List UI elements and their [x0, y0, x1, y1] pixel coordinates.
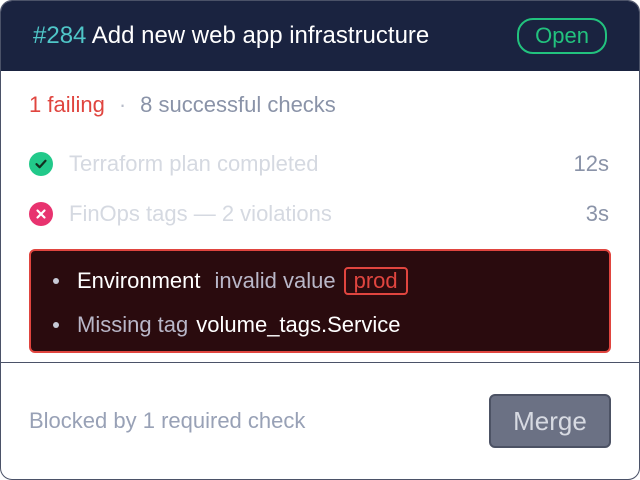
- check-duration: 12s: [573, 151, 609, 176]
- check-duration: 3s: [585, 201, 609, 226]
- status-badge: Open: [517, 18, 607, 54]
- pr-header: #284 Add new web app infrastructure Open: [1, 1, 639, 71]
- violation-tag-name: Environment: [77, 268, 201, 293]
- failing-count[interactable]: 1 failing: [29, 92, 105, 118]
- x-circle-icon: [29, 202, 53, 226]
- merge-button[interactable]: Merge: [489, 394, 611, 448]
- merge-footer: Blocked by 1 required check Merge: [1, 363, 639, 479]
- check-row-finops[interactable]: FinOps tags — 2 violations 3s: [29, 189, 611, 239]
- violation-item: Missing tag volume_tags.Service: [53, 303, 587, 347]
- check-row-terraform[interactable]: Terraform plan completed 12s: [29, 139, 611, 189]
- violation-message: Missing tag: [77, 312, 189, 337]
- violation-item: Environment invalid value prod: [53, 259, 587, 303]
- checks-body: 1 failing · 8 successful checks Terrafor…: [1, 71, 639, 353]
- check-circle-icon: [29, 152, 53, 176]
- pr-title-text: Add new web app infrastructure: [91, 22, 430, 49]
- pr-title[interactable]: #284 Add new web app infrastructure: [33, 22, 429, 50]
- bullet-icon: [53, 278, 59, 284]
- check-label: FinOps tags — 2 violations: [69, 201, 332, 226]
- summary-separator: ·: [118, 92, 127, 117]
- successful-count[interactable]: 8 successful checks: [140, 92, 336, 118]
- check-label: Terraform plan completed: [69, 151, 319, 176]
- violation-tag-name: volume_tags.Service: [196, 312, 401, 337]
- violations-panel: Environment invalid value prod Missing t…: [29, 249, 611, 353]
- pull-request-card: #284 Add new web app infrastructure Open…: [0, 0, 640, 480]
- pr-number: #284: [33, 22, 87, 49]
- checks-summary: 1 failing · 8 successful checks: [29, 71, 611, 139]
- invalid-value-badge: prod: [343, 267, 408, 295]
- violation-message: invalid value: [214, 268, 336, 293]
- blocked-message: Blocked by 1 required check: [29, 408, 306, 433]
- bullet-icon: [53, 322, 59, 328]
